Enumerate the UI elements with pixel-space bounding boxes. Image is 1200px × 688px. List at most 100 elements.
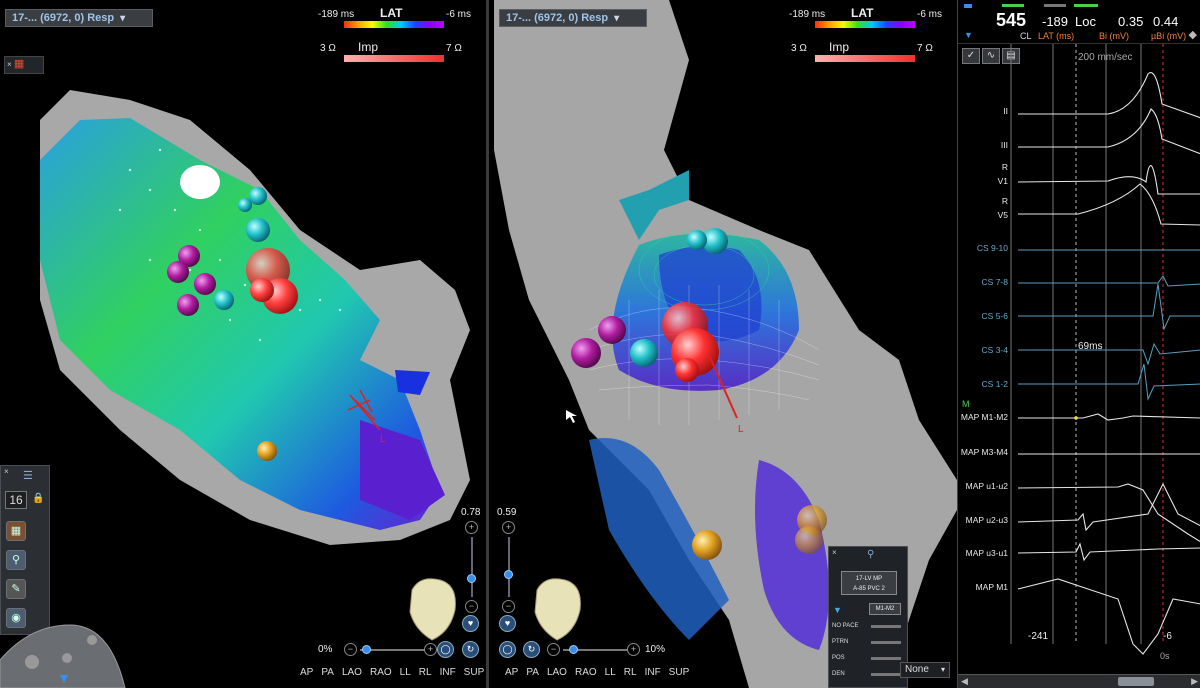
lat-title: LAT [380, 6, 403, 20]
cl-bar [1002, 4, 1024, 7]
orient-rao[interactable]: RAO [571, 667, 601, 678]
opacity-minus-button[interactable]: − [547, 643, 560, 656]
transparency-knob-mid[interactable] [504, 570, 513, 579]
window-start: -241 [1028, 631, 1049, 642]
heart-orientation-model-mid [534, 578, 581, 641]
imp-max: 7 Ω [446, 43, 462, 54]
lock-icon[interactable]: 🔒 [32, 493, 44, 504]
orient-sup[interactable]: SUP [665, 667, 694, 678]
opacity-plus-button[interactable]: + [627, 643, 640, 656]
channel-label: MAP M3-M4 [960, 447, 1008, 457]
heart-list-icon[interactable]: ☰ [23, 469, 33, 482]
map-selector-mid[interactable]: 17-... (6972, 0) Resp ▾ [499, 9, 647, 27]
orient-lao[interactable]: LAO [338, 667, 366, 678]
tool-panel-left: × ☰ 16 🔒 ▦ ⚲ ✎ ◉ [0, 465, 50, 635]
channel-label: CS 5-6 [981, 311, 1008, 321]
overlay-row-bar[interactable] [871, 657, 901, 660]
orient-lao[interactable]: LAO [543, 667, 571, 678]
lat-value: -189 [1042, 14, 1069, 29]
overlay-row-bar[interactable] [871, 641, 901, 644]
rotate-view-button[interactable]: ↻ [462, 641, 479, 658]
anatomy-render-left[interactable]: L [0, 0, 486, 688]
opacity-pct-left: 0% [318, 644, 333, 655]
transparency-slider-mid[interactable] [508, 537, 510, 597]
ecg-scrollbar[interactable]: ◀ ▶ [958, 674, 1200, 688]
none-select-value: None [905, 664, 929, 675]
overlay-row-label: NO PACE [832, 623, 859, 629]
lat-max: -6 ms [917, 9, 942, 20]
transparency-slider-left[interactable] [471, 537, 473, 597]
overlay-row-bar[interactable] [871, 625, 901, 628]
magnify-icon[interactable]: ⚲ [867, 549, 874, 560]
map-selector-left[interactable]: 17-... (6972, 0) Resp ▾ [5, 9, 153, 27]
overlay-row-label: DEN [832, 671, 845, 677]
map-view-left[interactable]: L 17-... (6972, 0) Resp ▾ -189 ms LAT -6… [0, 0, 486, 688]
sphere-view-button[interactable]: ◯ [499, 641, 516, 658]
transparency-knob-left[interactable] [467, 574, 476, 583]
map-select-line1: 17-LV MP [855, 576, 883, 582]
opacity-knob-mid[interactable] [569, 645, 578, 654]
zoom-minus-button[interactable]: − [465, 600, 478, 613]
pin-icon[interactable]: ◆ [1189, 28, 1197, 41]
opacity-knob-left[interactable] [362, 645, 371, 654]
orientation-bar-mid: AP PA LAO RAO LL RL INF SUP [501, 667, 693, 678]
imp-min: 3 Ω [320, 43, 336, 54]
scroll-right-icon[interactable]: ▶ [1191, 676, 1198, 687]
orient-pa[interactable]: PA [317, 667, 338, 678]
overlay-row-bar[interactable] [871, 673, 901, 676]
orient-sup[interactable]: SUP [460, 667, 486, 678]
catheter-label-mid: L [738, 424, 744, 435]
orient-rl[interactable]: RL [415, 667, 436, 678]
bi-bar [1074, 4, 1098, 7]
collapse-icon[interactable]: ▼ [964, 30, 973, 40]
lat-title: LAT [851, 6, 874, 20]
orient-ll[interactable]: LL [601, 667, 620, 678]
map-select-button[interactable]: 17-LV MP A-85 PVC 2 [841, 571, 897, 595]
mouse-cursor-icon [566, 410, 577, 423]
lat-legend-left: -189 ms LAT -6 ms 3 Ω Imp 7 Ω [318, 6, 478, 64]
orient-inf[interactable]: INF [436, 667, 460, 678]
close-icon[interactable]: × [4, 467, 9, 476]
zoom-plus-button[interactable]: + [465, 521, 478, 534]
scroll-thumb[interactable] [1118, 677, 1154, 686]
map-selector-left-label: 17-... (6972, 0) Resp [12, 12, 115, 24]
orient-pa[interactable]: PA [522, 667, 543, 678]
opacity-minus-button[interactable]: − [344, 643, 357, 656]
orient-ll[interactable]: LL [396, 667, 415, 678]
orient-ap[interactable]: AP [501, 667, 522, 678]
opacity-plus-button[interactable]: + [424, 643, 437, 656]
cl-value: 545 [996, 10, 1027, 30]
search-tool-button[interactable]: ⚲ [6, 550, 26, 570]
orient-ap[interactable]: AP [296, 667, 317, 678]
tool-number[interactable]: 16 [5, 491, 27, 509]
rotate-view-button[interactable]: ↻ [523, 641, 540, 658]
reset-view-button[interactable]: ♥ [499, 615, 516, 632]
zoom-minus-button[interactable]: − [502, 600, 515, 613]
filter-icon[interactable]: ▼ [833, 605, 842, 615]
orient-rao[interactable]: RAO [366, 667, 396, 678]
lat-label: LAT (ms) [1038, 31, 1075, 41]
ubi-value: 0.44 [1153, 14, 1179, 29]
zoom-plus-button[interactable]: + [502, 521, 515, 534]
window-end: -6 [1163, 631, 1172, 642]
lat-max: -6 ms [446, 9, 471, 20]
grid-view-button[interactable]: ▦ [6, 521, 26, 541]
none-select[interactable]: None ▾ [900, 662, 950, 678]
sphere-view-button[interactable]: ◯ [437, 641, 454, 658]
reset-view-button[interactable]: ♥ [462, 615, 479, 632]
close-icon[interactable]: × [832, 548, 837, 557]
camera-navigator-left[interactable] [0, 620, 130, 688]
orient-inf[interactable]: INF [641, 667, 665, 678]
channel-label: II [1003, 106, 1008, 116]
channel-select-button[interactable]: M1-M2 [869, 603, 901, 615]
m-marker: M [962, 399, 970, 409]
grid-tool-button[interactable]: × ▦ [4, 56, 44, 74]
scroll-left-icon[interactable]: ◀ [961, 676, 968, 687]
close-icon[interactable]: × [7, 60, 12, 69]
header-indicator [964, 4, 972, 8]
pen-tool-button[interactable]: ✎ [6, 579, 26, 599]
channel-label: III [1000, 140, 1008, 150]
lat-bar [1044, 4, 1066, 7]
orient-rl[interactable]: RL [620, 667, 641, 678]
channel-label: CS 1-2 [981, 379, 1008, 389]
